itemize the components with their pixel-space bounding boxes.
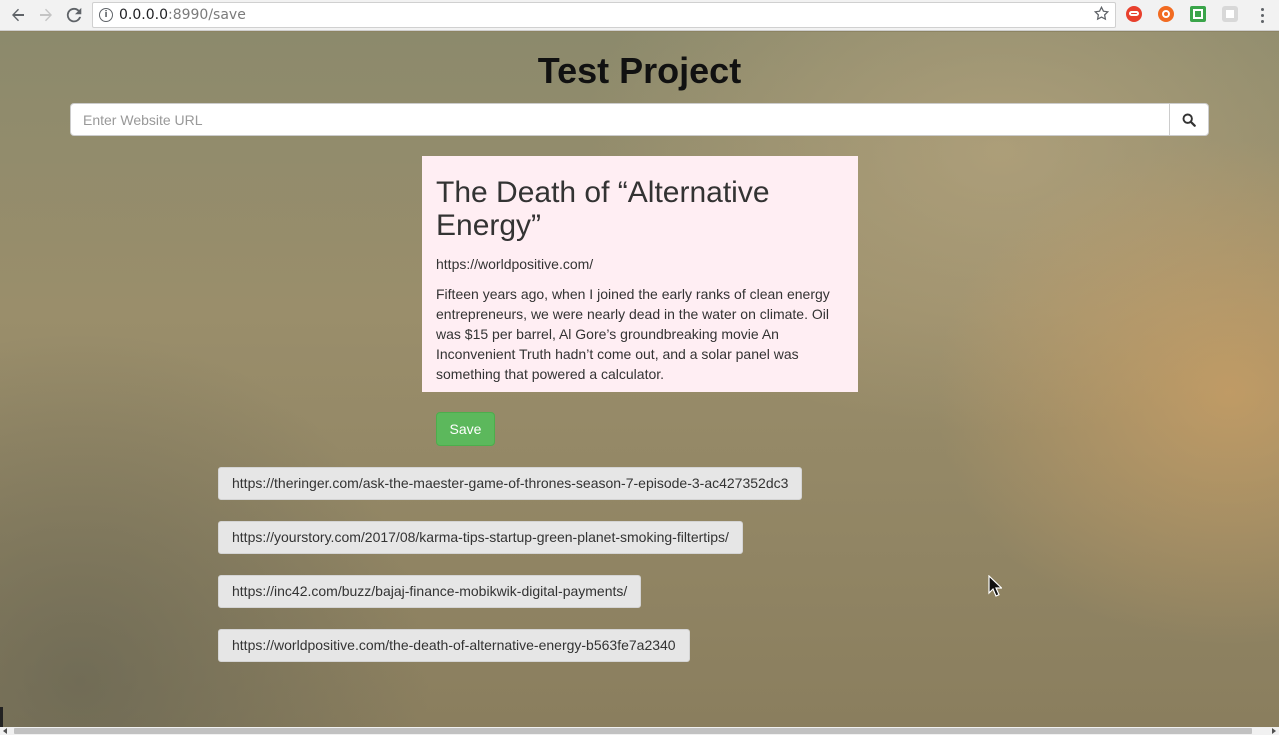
saved-links-list: https://theringer.com/ask-the-maester-ga… (218, 467, 803, 683)
page-title: Test Project (537, 50, 742, 91)
page-edge-marker (0, 707, 3, 727)
reload-icon[interactable] (60, 1, 88, 29)
article-summary: Fifteen years ago, when I joined the ear… (436, 286, 830, 382)
search-button[interactable] (1169, 103, 1209, 136)
extension-3-icon[interactable] (1190, 6, 1206, 22)
forward-arrow-icon[interactable] (32, 1, 60, 29)
saved-link-button[interactable]: https://worldpositive.com/the-death-of-a… (218, 629, 690, 662)
browser-toolbar: i 0.0.0.0:8990/save (0, 0, 1279, 31)
bookmark-star-icon[interactable] (1093, 5, 1110, 26)
mouse-cursor-icon (988, 575, 1002, 597)
info-icon[interactable]: i (99, 8, 113, 22)
url-text[interactable]: 0.0.0.0:8990/save (119, 7, 246, 23)
saved-link-button[interactable]: https://theringer.com/ask-the-maester-ga… (218, 467, 803, 500)
save-button[interactable]: Save (436, 412, 495, 446)
scroll-right-arrow-icon[interactable] (1272, 728, 1276, 734)
article-preview-card: The Death of “Alternative Energy” https:… (422, 156, 858, 392)
search-icon (1182, 113, 1196, 127)
article-url: https://worldpositive.com/ (436, 256, 594, 272)
scrollbar-thumb[interactable] (14, 728, 1252, 734)
website-url-input[interactable] (70, 103, 1169, 136)
article-title: The Death of “Alternative Energy” (436, 176, 770, 242)
address-bar[interactable]: i 0.0.0.0:8990/save (92, 2, 1116, 28)
browser-menu-icon[interactable] (1254, 4, 1270, 26)
horizontal-scrollbar[interactable] (0, 727, 1279, 735)
page-viewport: Test Project The Death of “Alternative E… (0, 32, 1279, 727)
extension-1-icon[interactable] (1126, 6, 1142, 22)
extension-2-icon[interactable] (1158, 6, 1174, 22)
back-arrow-icon[interactable] (4, 1, 32, 29)
url-search-bar (70, 103, 1209, 136)
saved-link-button[interactable]: https://inc42.com/buzz/bajaj-finance-mob… (218, 575, 642, 608)
scroll-left-arrow-icon[interactable] (3, 728, 7, 734)
url-host: 0.0.0.0 (119, 7, 168, 23)
saved-link-button[interactable]: https://yourstory.com/2017/08/karma-tips… (218, 521, 743, 554)
extension-4-icon[interactable] (1222, 6, 1238, 22)
url-path: :8990/save (167, 7, 246, 23)
